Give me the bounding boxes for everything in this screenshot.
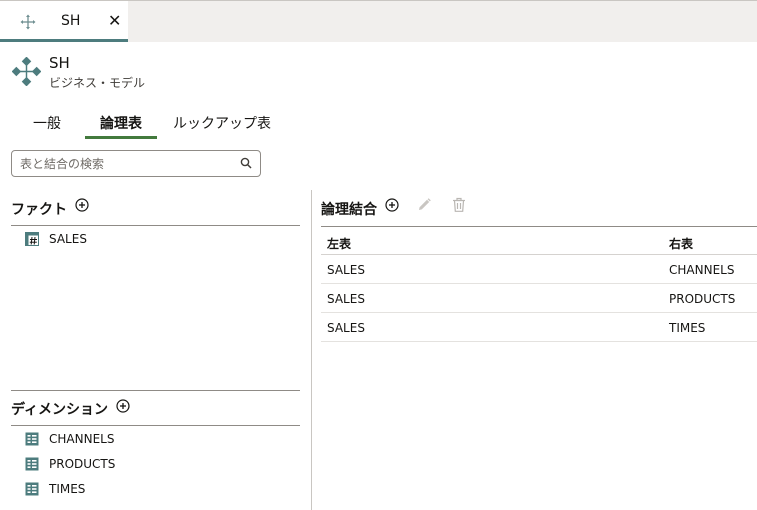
- model-subtitle: ビジネス・モデル: [49, 76, 146, 90]
- move-icon: [20, 14, 36, 30]
- table-row[interactable]: SALES CHANNELS: [321, 255, 757, 284]
- cell-left-table: SALES: [327, 292, 365, 306]
- document-tab-strip: SH ✕: [0, 0, 757, 42]
- search-input[interactable]: [20, 155, 230, 173]
- dimension-table-icon: [25, 432, 39, 446]
- dimension-item-times[interactable]: TIMES: [25, 480, 85, 498]
- fact-table-icon: [25, 232, 39, 246]
- column-header-left-table[interactable]: 左表: [327, 235, 351, 252]
- cell-right-table: TIMES: [669, 321, 706, 335]
- add-fact-icon[interactable]: [75, 198, 89, 212]
- edit-icon[interactable]: [416, 197, 432, 213]
- cell-left-table: SALES: [327, 321, 365, 335]
- add-dimension-icon[interactable]: [116, 399, 130, 413]
- table-row[interactable]: SALES TIMES: [321, 313, 757, 342]
- delete-icon[interactable]: [451, 197, 467, 213]
- column-header-right-table[interactable]: 右表: [669, 235, 693, 252]
- dimension-item-products[interactable]: PRODUCTS: [25, 455, 115, 473]
- document-tab-sh[interactable]: SH ✕: [0, 1, 128, 42]
- dimension-item-channels[interactable]: CHANNELS: [25, 430, 114, 448]
- dimension-item-label: CHANNELS: [49, 432, 115, 446]
- dimension-item-label: TIMES: [49, 482, 86, 496]
- fact-item-label: SALES: [49, 232, 87, 246]
- model-tabs: 一般 論理表 ルックアップ表: [0, 106, 400, 140]
- joins-title: 論理結合: [321, 202, 377, 218]
- dimensions-top-divider: [11, 390, 300, 391]
- facts-title: ファクト: [11, 202, 67, 218]
- joins-table-header: 左表 右表: [321, 226, 757, 255]
- cell-left-table: SALES: [327, 263, 365, 277]
- add-join-icon[interactable]: [385, 198, 399, 212]
- search-box: [11, 150, 261, 177]
- facts-divider: [11, 225, 300, 226]
- business-model-icon: [12, 57, 41, 86]
- tab-logical-tables[interactable]: 論理表: [85, 106, 157, 139]
- dimension-table-icon: [25, 457, 39, 471]
- tab-general[interactable]: 一般: [20, 106, 74, 139]
- cell-right-table: PRODUCTS: [669, 292, 736, 306]
- document-tab-label: SH: [61, 13, 81, 29]
- close-icon[interactable]: ✕: [108, 12, 121, 30]
- joins-table: 左表 右表 SALES CHANNELS SALES PRODUCTS SALE…: [321, 226, 757, 342]
- tab-lookup-tables[interactable]: ルックアップ表: [165, 106, 279, 139]
- fact-item-sales[interactable]: SALES: [25, 230, 87, 248]
- dimension-item-label: PRODUCTS: [49, 457, 116, 471]
- dimension-table-icon: [25, 482, 39, 496]
- cell-right-table: CHANNELS: [669, 263, 735, 277]
- search-icon[interactable]: [240, 157, 252, 169]
- table-row[interactable]: SALES PRODUCTS: [321, 284, 757, 313]
- dimensions-divider: [11, 425, 300, 426]
- model-title: SH: [49, 54, 70, 72]
- panel-divider: [311, 190, 312, 510]
- dimensions-title: ディメンション: [11, 402, 109, 418]
